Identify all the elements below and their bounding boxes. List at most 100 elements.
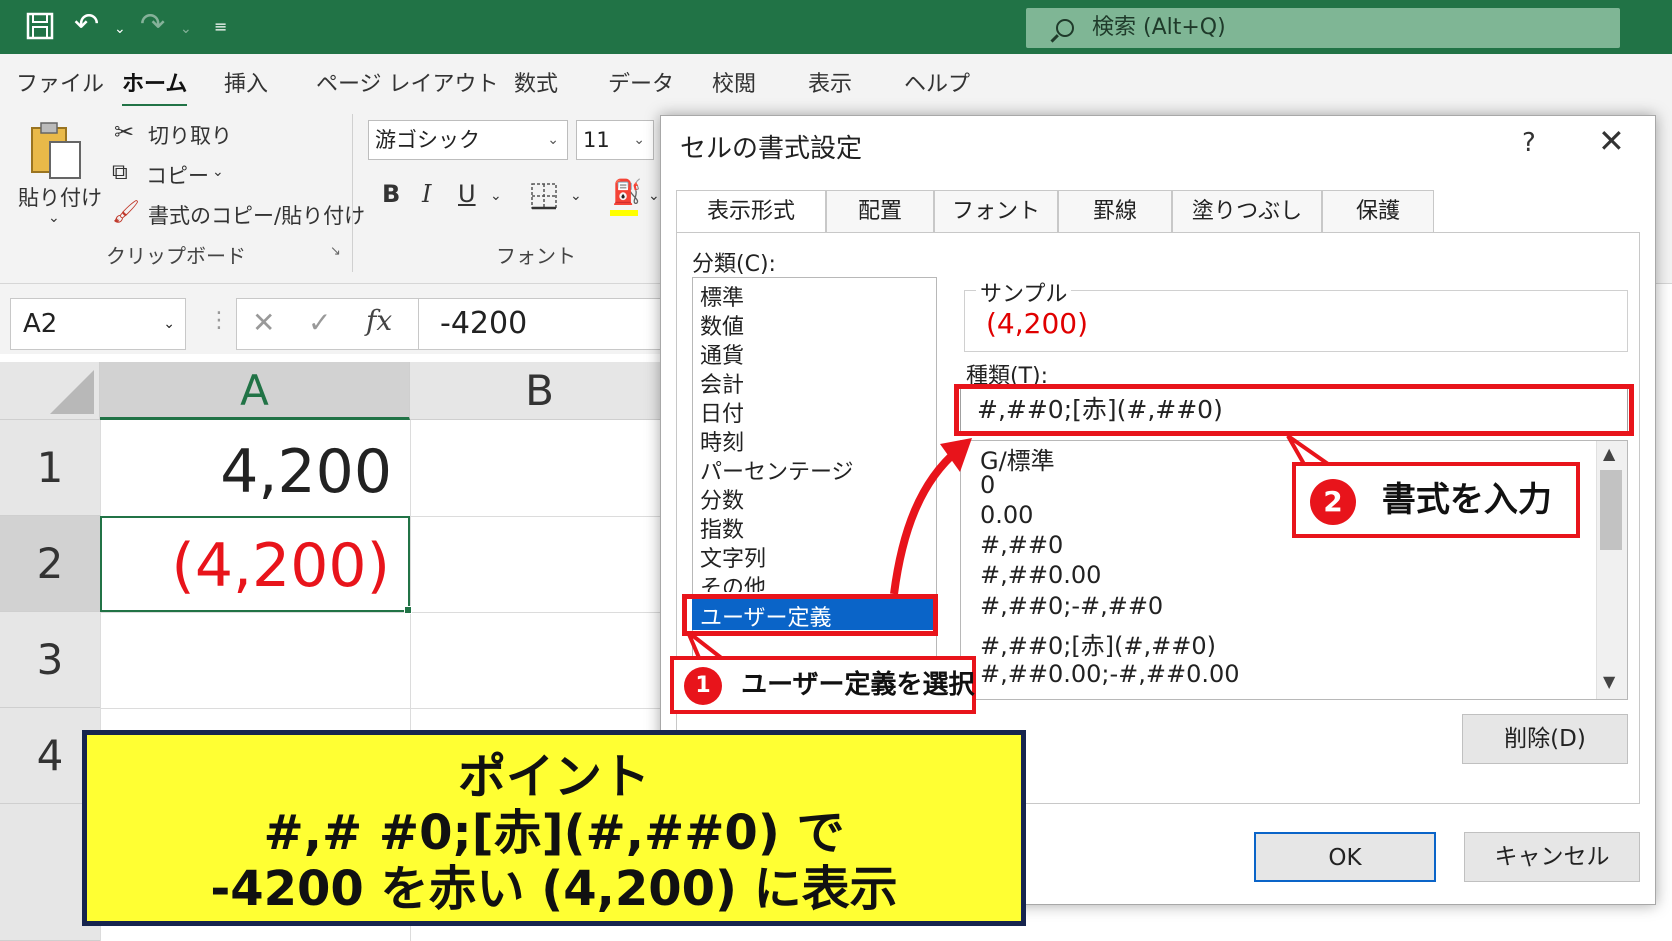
tab-insert[interactable]: 挿入: [224, 66, 268, 98]
category-item[interactable]: 指数: [700, 512, 744, 544]
copy-button[interactable]: コピー: [146, 160, 209, 190]
category-item[interactable]: 文字列: [700, 541, 766, 573]
tab-border[interactable]: 罫線: [1058, 190, 1172, 232]
font-size-select[interactable]: 11 ⌄: [576, 120, 654, 160]
point-box: ポイント #,# #0;[赤](#,##0) で -4200 を赤い (4,20…: [82, 730, 1026, 926]
category-item[interactable]: 日付: [700, 396, 744, 428]
category-item[interactable]: 分数: [700, 483, 744, 515]
border-dropdown-icon[interactable]: ⌄: [570, 188, 582, 204]
type-list-item[interactable]: 0: [980, 471, 995, 499]
type-list-item[interactable]: #,##0.00;-#,##0.00: [980, 660, 1240, 688]
font-size-value: 11: [583, 128, 610, 152]
tab-alignment[interactable]: 配置: [826, 190, 934, 232]
annotation-arrow: [890, 438, 972, 595]
tab-home[interactable]: ホーム: [122, 66, 188, 108]
insert-function-icon[interactable]: fx: [366, 304, 392, 337]
callout-enter-format: 2 書式を入力: [1292, 462, 1580, 538]
copy-icon[interactable]: ⧉: [112, 160, 128, 185]
underline-dropdown-icon[interactable]: ⌄: [490, 188, 502, 204]
type-list-item[interactable]: #,##0.00: [980, 561, 1101, 589]
paste-icon[interactable]: [28, 120, 84, 182]
font-name-select[interactable]: 游ゴシック ⌄: [368, 120, 568, 160]
tab-data[interactable]: データ: [608, 66, 674, 98]
help-icon[interactable]: ?: [1522, 128, 1536, 158]
tab-help[interactable]: ヘルプ: [904, 66, 970, 98]
cell-a2[interactable]: (4,200): [100, 516, 410, 612]
scrollbar-thumb[interactable]: [1600, 470, 1622, 550]
format-painter-icon[interactable]: 🖌: [112, 200, 140, 225]
type-list-item[interactable]: #,##0;[赤](#,##0): [980, 626, 1216, 661]
format-painter-button[interactable]: 書式のコピー/貼り付け: [148, 200, 365, 230]
border-icon[interactable]: [530, 182, 558, 210]
grid-line: [100, 708, 670, 709]
category-item[interactable]: パーセンテージ: [700, 454, 854, 486]
formula-input[interactable]: -4200: [440, 298, 527, 350]
category-item[interactable]: 時刻: [700, 425, 744, 457]
category-item[interactable]: その他: [700, 570, 766, 592]
paste-button-label[interactable]: 貼り付け: [18, 182, 102, 212]
copy-dropdown-icon[interactable]: ⌄: [212, 164, 224, 180]
tab-number[interactable]: 表示形式: [676, 190, 826, 234]
title-bar: ↶ ⌄ ↷ ⌄ ≡ 検索 (Alt+Q): [0, 0, 1672, 54]
save-icon[interactable]: [26, 12, 54, 40]
tab-formulas[interactable]: 数式: [514, 66, 558, 98]
font-group-label: フォント: [496, 244, 576, 268]
cut-button[interactable]: 切り取り: [148, 120, 232, 150]
category-item[interactable]: 通貨: [700, 338, 744, 370]
dialog-launcher-icon[interactable]: ↘: [330, 244, 341, 259]
redo-icon[interactable]: ↷: [140, 10, 165, 40]
bold-button[interactable]: B: [382, 180, 400, 208]
clipboard-group-label: クリップボード: [106, 244, 246, 268]
close-icon[interactable]: ✕: [1598, 122, 1625, 160]
tab-protection[interactable]: 保護: [1322, 190, 1434, 232]
point-title: ポイント: [457, 749, 650, 805]
ok-button[interactable]: OK: [1254, 832, 1436, 882]
cancel-button[interactable]: キャンセル: [1464, 832, 1640, 882]
cut-icon[interactable]: ✂: [114, 118, 134, 146]
group-divider: [352, 114, 353, 272]
sample-value: (4,200): [986, 307, 1089, 340]
redo-dropdown-icon[interactable]: ⌄: [180, 14, 192, 44]
tab-fill[interactable]: 塗りつぶし: [1172, 190, 1322, 232]
customize-icon[interactable]: ≡: [214, 12, 227, 42]
category-item[interactable]: 会計: [700, 367, 744, 399]
italic-button[interactable]: I: [422, 180, 431, 208]
select-all-corner[interactable]: [0, 362, 100, 420]
tab-review[interactable]: 校閲: [712, 66, 756, 98]
chevron-down-icon: ⌄: [633, 132, 645, 148]
tab-file[interactable]: ファイル: [16, 66, 104, 98]
enter-icon[interactable]: ✓: [308, 306, 331, 339]
type-list-item[interactable]: #,##0;-#,##0: [980, 592, 1163, 620]
fill-color-icon[interactable]: ⛽: [612, 178, 642, 206]
dialog-title: セルの書式設定: [680, 134, 863, 164]
column-header-b[interactable]: B: [410, 362, 670, 420]
name-box[interactable]: A2 ⌄: [10, 298, 186, 350]
tab-page-layout[interactable]: ページ レイアウト: [316, 66, 499, 98]
search-box[interactable]: 検索 (Alt+Q): [1026, 8, 1620, 48]
delete-button[interactable]: 削除(D): [1462, 714, 1628, 764]
tab-font[interactable]: フォント: [934, 190, 1058, 232]
paste-dropdown-icon[interactable]: ⌄: [48, 210, 60, 226]
category-item[interactable]: 標準: [700, 280, 744, 312]
formula-bar-grip-icon: ⋮: [208, 308, 230, 333]
row-header-2[interactable]: 2: [0, 516, 100, 612]
category-item[interactable]: 数値: [700, 309, 744, 341]
fill-dropdown-icon[interactable]: ⌄: [648, 188, 660, 204]
column-header-a[interactable]: A: [100, 362, 410, 420]
row-header-3[interactable]: 3: [0, 612, 100, 708]
callout-number-1: 1: [684, 666, 722, 705]
type-list-item[interactable]: 0.00: [980, 501, 1033, 529]
formula-divider: [418, 298, 419, 350]
fill-handle[interactable]: [404, 606, 412, 614]
fill-color-swatch: [610, 210, 638, 216]
scroll-down-icon[interactable]: ▼: [1603, 672, 1615, 691]
undo-dropdown-icon[interactable]: ⌄: [114, 14, 126, 44]
undo-icon[interactable]: ↶: [74, 10, 99, 40]
scroll-up-icon[interactable]: ▲: [1603, 444, 1615, 463]
underline-button[interactable]: U: [458, 180, 476, 208]
tab-view[interactable]: 表示: [808, 66, 852, 98]
type-list-item[interactable]: #,##0: [980, 531, 1063, 559]
cell-a1[interactable]: 4,200: [100, 428, 410, 516]
row-header-1[interactable]: 1: [0, 420, 100, 516]
cancel-icon[interactable]: ✕: [252, 306, 275, 339]
